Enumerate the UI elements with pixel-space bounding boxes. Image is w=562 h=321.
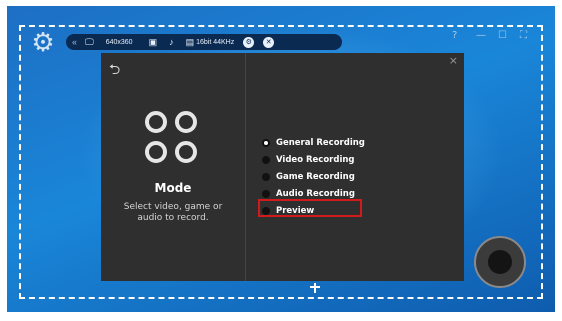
speaker-icon[interactable]: ▤ (186, 37, 195, 48)
option-video-recording[interactable]: Video Recording (262, 151, 365, 168)
mode-description: Select video, game or audio to record. (123, 202, 223, 223)
option-general-recording[interactable]: General Recording (262, 134, 365, 151)
mode-title: Mode (154, 181, 192, 195)
chevron-left-icon[interactable]: « (72, 37, 77, 47)
panel-close-icon[interactable]: × (449, 54, 458, 67)
radio-unselected[interactable] (262, 155, 270, 164)
close-circle-icon[interactable]: ✕ (263, 36, 275, 48)
preview-highlight-box (258, 199, 362, 217)
help-icon[interactable]: ? (452, 30, 457, 41)
mode-icon (141, 107, 205, 171)
recording-toolbar: « 🖵 640x360 ▣ ♪ ▤ 16bit 44KHz ⚙ ✕ (66, 34, 342, 50)
capture-resize-handle-bottom-bar[interactable] (310, 286, 320, 288)
radio-selected[interactable] (262, 138, 270, 147)
fullscreen-icon[interactable]: ⛶ (520, 30, 527, 41)
option-label: Game Recording (276, 171, 355, 182)
record-button[interactable] (474, 236, 526, 288)
maximize-icon[interactable]: ☐ (498, 30, 507, 41)
camera-icon[interactable]: ▣ (149, 37, 158, 48)
back-arrow-icon[interactable]: ⮌ (109, 59, 120, 83)
option-label: General Recording (276, 137, 365, 148)
capture-resize-handle-bottom[interactable] (314, 283, 316, 293)
radio-unselected[interactable] (262, 189, 270, 198)
audio-format-label[interactable]: 16bit 44KHz (196, 39, 234, 46)
record-dot-icon (488, 250, 512, 274)
settings-circle-icon[interactable]: ⚙ (243, 36, 255, 48)
option-game-recording[interactable]: Game Recording (262, 168, 365, 185)
monitor-icon[interactable]: 🖵 (85, 37, 94, 48)
minimize-icon[interactable]: — (476, 30, 486, 41)
settings-gear-icon[interactable]: ⚙ (30, 30, 56, 56)
resolution-label[interactable]: 640x360 (106, 39, 133, 46)
option-label: Video Recording (276, 154, 355, 165)
radio-unselected[interactable] (262, 172, 270, 181)
panel-divider (245, 53, 246, 281)
mode-panel: ⮌ × Mode Select video, game or audio to … (101, 53, 464, 281)
option-label: Audio Recording (276, 188, 355, 199)
music-note-icon[interactable]: ♪ (169, 37, 174, 47)
